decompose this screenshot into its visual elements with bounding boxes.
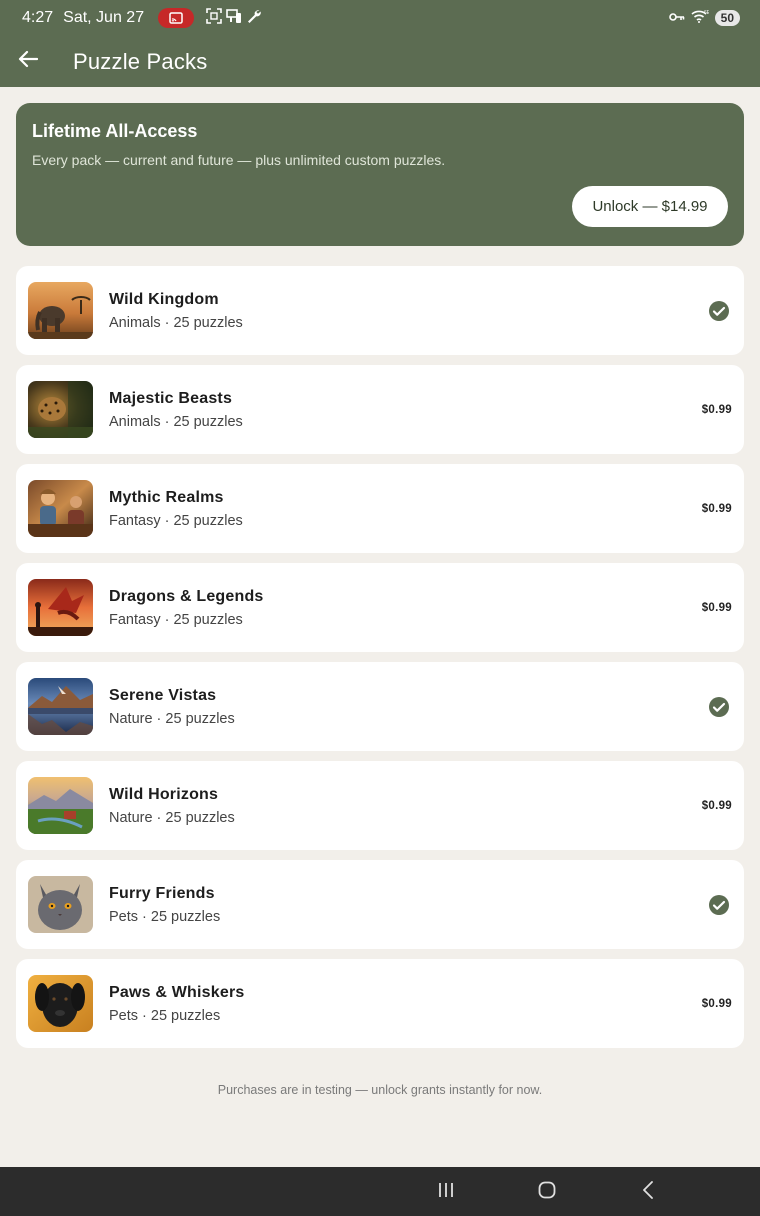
- pack-thumbnail: [28, 975, 93, 1032]
- pack-meta: Animals · 25 puzzles: [109, 413, 243, 430]
- pack-card-wild-horizons[interactable]: Wild Horizons Nature · 25 puzzles $0.99: [16, 761, 744, 850]
- pack-meta: Fantasy · 25 puzzles: [109, 512, 243, 529]
- pack-thumbnail: [28, 282, 93, 339]
- screenshot-icon: [206, 7, 222, 29]
- pack-meta: Animals · 25 puzzles: [109, 314, 243, 331]
- pack-price[interactable]: $0.99: [702, 602, 732, 614]
- arrow-left-icon: [18, 50, 39, 73]
- status-bar: 4:27 Sat, Jun 27 6E 50: [0, 0, 760, 36]
- pack-name: Mythic Realms: [109, 488, 224, 506]
- pack-name: Wild Kingdom: [109, 290, 219, 308]
- device-icon: [226, 8, 242, 29]
- pack-card-dragons-legends[interactable]: Dragons & Legends Fantasy · 25 puzzles $…: [16, 563, 744, 652]
- wrench-icon: [246, 8, 262, 29]
- owned-check-icon: [708, 696, 730, 718]
- pack-thumbnail: [28, 480, 93, 537]
- pack-price[interactable]: $0.99: [702, 998, 732, 1010]
- pack-name: Serene Vistas: [109, 686, 217, 704]
- lifetime-banner: Lifetime All-Access Every pack — current…: [16, 103, 744, 246]
- pack-price[interactable]: $0.99: [702, 404, 732, 416]
- status-date: Sat, Jun 27: [63, 9, 145, 26]
- svg-text:6E: 6E: [704, 10, 709, 16]
- app-bar: Puzzle Packs: [0, 36, 760, 87]
- pack-thumbnail: [28, 876, 93, 933]
- system-nav-bar: [0, 1167, 760, 1216]
- pack-thumbnail: [28, 381, 93, 438]
- pack-name: Paws & Whiskers: [109, 983, 245, 1001]
- pack-meta: Pets · 25 puzzles: [109, 1007, 221, 1024]
- pack-card-majestic-beasts[interactable]: Majestic Beasts Animals · 25 puzzles $0.…: [16, 365, 744, 454]
- home-button[interactable]: [534, 1179, 560, 1205]
- status-time: 4:27: [22, 9, 54, 26]
- pack-meta: Nature · 25 puzzles: [109, 809, 235, 826]
- pack-meta: Nature · 25 puzzles: [109, 710, 235, 727]
- pack-price[interactable]: $0.99: [702, 800, 732, 812]
- pack-card-serene-vistas[interactable]: Serene Vistas Nature · 25 puzzles: [16, 662, 744, 751]
- pack-name: Majestic Beasts: [109, 389, 233, 407]
- vpn-key-icon: [668, 9, 685, 27]
- pack-name: Wild Horizons: [109, 785, 219, 803]
- owned-check-icon: [708, 894, 730, 916]
- pack-name: Furry Friends: [109, 884, 215, 902]
- back-button[interactable]: [0, 36, 56, 87]
- pack-price[interactable]: $0.99: [702, 503, 732, 515]
- pack-thumbnail: [28, 777, 93, 834]
- pack-card-wild-kingdom[interactable]: Wild Kingdom Animals · 25 puzzles: [16, 266, 744, 355]
- nav-back-button[interactable]: [635, 1179, 661, 1205]
- pack-meta: Fantasy · 25 puzzles: [109, 611, 243, 628]
- owned-check-icon: [708, 300, 730, 322]
- pack-card-mythic-realms[interactable]: Mythic Realms Fantasy · 25 puzzles $0.99: [16, 464, 744, 553]
- banner-subtitle: Every pack — current and future — plus u…: [32, 152, 446, 168]
- pack-meta: Pets · 25 puzzles: [109, 908, 221, 925]
- footer-note: Purchases are in testing — unlock grants…: [217, 1083, 543, 1097]
- pack-card-furry-friends[interactable]: Furry Friends Pets · 25 puzzles: [16, 860, 744, 949]
- cast-icon[interactable]: [158, 8, 195, 28]
- unlock-all-button[interactable]: Unlock — $14.99: [572, 186, 728, 227]
- chevron-left-icon: [642, 1180, 654, 1204]
- battery-icon: 50: [714, 10, 740, 26]
- page-title: Puzzle Packs: [73, 48, 208, 74]
- home-icon: [538, 1181, 556, 1204]
- recent-apps-icon: [437, 1182, 455, 1203]
- pack-name: Dragons & Legends: [109, 587, 264, 605]
- wifi-icon: 6E: [691, 9, 710, 28]
- banner-title: Lifetime All-Access: [32, 121, 198, 141]
- pack-thumbnail: [28, 678, 93, 735]
- pack-card-paws-whiskers[interactable]: Paws & Whiskers Pets · 25 puzzles $0.99: [16, 959, 744, 1048]
- pack-thumbnail: [28, 579, 93, 636]
- recent-apps-button[interactable]: [433, 1179, 459, 1205]
- pack-list: Wild Kingdom Animals · 25 puzzles Majest…: [16, 266, 744, 1058]
